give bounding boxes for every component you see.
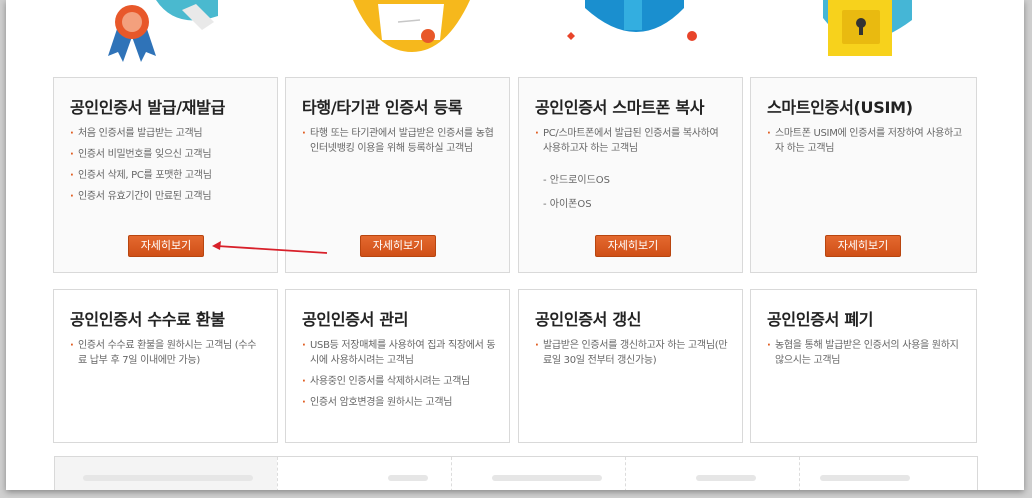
list-item: USB등 저장매체를 사용하여 집과 직장에서 동시에 사용하시려는 고객님 <box>302 338 497 368</box>
card-item-list: PC/스마트폰에서 발급된 인증서를 복사하여 사용하고자 하는 고객님 <box>535 126 730 162</box>
bottom-cell <box>55 457 277 490</box>
card-title: 스마트인증서(USIM) <box>767 98 913 117</box>
card-smart-usim: 스마트인증서(USIM) 스마트폰 USIM에 인증서를 저장하여 사용하고자 … <box>750 77 977 273</box>
bottom-cell <box>799 457 979 490</box>
card-item-list: USB등 저장매체를 사용하여 집과 직장에서 동시에 사용하시려는 고객님 사… <box>302 338 497 416</box>
blurred-text <box>388 475 428 481</box>
bottom-table-row <box>54 456 978 490</box>
certificate-icon <box>353 0 470 52</box>
card-item-list: 스마트폰 USIM에 인증서를 저장하여 사용하고자 하는 고객님 <box>767 126 964 162</box>
bottom-cell <box>451 457 625 490</box>
card-title: 공인인증서 발급/재발급 <box>70 98 226 117</box>
card-title: 타행/타기관 인증서 등록 <box>302 98 463 117</box>
card-item-list: 농협을 통해 발급받은 인증서의 사용을 원하지 않으시는 고객님 <box>767 338 964 374</box>
card-cert-manage[interactable]: 공인인증서 관리 USB등 저장매체를 사용하여 집과 직장에서 동시에 사용하… <box>285 289 510 443</box>
card-title: 공인인증서 갱신 <box>535 310 642 329</box>
award-ribbon-icon <box>108 0 218 62</box>
card-title: 공인인증서 폐기 <box>767 310 874 329</box>
page-frame: 공인인증서 발급/재발급 처음 인증서를 발급받는 고객님 인증서 비밀번호를 … <box>6 0 1024 490</box>
os-list: - 안드로이드OS - 아이폰OS <box>543 174 610 222</box>
list-item: 발급받은 인증서를 갱신하고자 하는 고객님(만료일 30일 전부터 갱신가능) <box>535 338 730 368</box>
card-title: 공인인증서 스마트폰 복사 <box>535 98 705 117</box>
usim-lock-icon <box>823 0 912 56</box>
card-item-list: 인증서 수수료 환불을 원하시는 고객님 (수수료 납부 후 7일 이내에만 가… <box>70 338 265 374</box>
list-item: 인증서 수수료 환불을 원하시는 고객님 (수수료 납부 후 7일 이내에만 가… <box>70 338 265 368</box>
list-item: 인증서 비밀번호를 잊으신 고객님 <box>70 147 265 162</box>
os-item-ios: - 아이폰OS <box>543 199 592 210</box>
smartphone-copy-icon <box>567 0 697 41</box>
blurred-text <box>696 475 756 481</box>
card-cert-revoke[interactable]: 공인인증서 폐기 농협을 통해 발급받은 인증서의 사용을 원하지 않으시는 고… <box>750 289 977 443</box>
detail-button-other-bank-register[interactable]: 자세히보기 <box>360 235 436 257</box>
list-item: 스마트폰 USIM에 인증서를 저장하여 사용하고자 하는 고객님 <box>767 126 964 156</box>
list-item: 인증서 유효기간이 만료된 고객님 <box>70 189 265 204</box>
card-fee-refund[interactable]: 공인인증서 수수료 환불 인증서 수수료 환불을 원하시는 고객님 (수수료 납… <box>53 289 278 443</box>
bottom-cell <box>277 457 451 490</box>
top-illustrations <box>108 0 912 62</box>
card-title: 공인인증서 관리 <box>302 310 409 329</box>
card-cert-renew[interactable]: 공인인증서 갱신 발급받은 인증서를 갱신하고자 하는 고객님(만료일 30일 … <box>518 289 743 443</box>
annotation-arrow-icon <box>212 241 328 254</box>
card-smartphone-copy: 공인인증서 스마트폰 복사 PC/스마트폰에서 발급된 인증서를 복사하여 사용… <box>518 77 743 273</box>
os-item-android: - 안드로이드OS <box>543 175 611 186</box>
list-item: 인증서 암호변경을 원하시는 고객님 <box>302 395 497 410</box>
card-title: 공인인증서 수수료 환불 <box>70 310 225 329</box>
blurred-text <box>492 475 602 481</box>
card-item-list: 처음 인증서를 발급받는 고객님 인증서 비밀번호를 잊으신 고객님 인증서 삭… <box>70 126 265 210</box>
detail-button-smartphone-copy[interactable]: 자세히보기 <box>595 235 671 257</box>
list-item: 타행 또는 타기관에서 발급받은 인증서를 농협 인터넷뱅킹 이용을 위해 등록… <box>302 126 497 156</box>
blurred-text <box>83 475 253 481</box>
detail-button-cert-issue[interactable]: 자세히보기 <box>128 235 204 257</box>
detail-button-smart-usim[interactable]: 자세히보기 <box>825 235 901 257</box>
bottom-cell <box>625 457 799 490</box>
list-item: 인증서 삭제, PC를 포맷한 고객님 <box>70 168 265 183</box>
list-item: 처음 인증서를 발급받는 고객님 <box>70 126 265 141</box>
list-item: 농협을 통해 발급받은 인증서의 사용을 원하지 않으시는 고객님 <box>767 338 964 368</box>
card-item-list: 발급받은 인증서를 갱신하고자 하는 고객님(만료일 30일 전부터 갱신가능) <box>535 338 730 374</box>
card-item-list: 타행 또는 타기관에서 발급받은 인증서를 농협 인터넷뱅킹 이용을 위해 등록… <box>302 126 497 162</box>
list-item: PC/스마트폰에서 발급된 인증서를 복사하여 사용하고자 하는 고객님 <box>535 126 730 156</box>
list-item: 사용중인 인증서를 삭제하시려는 고객님 <box>302 374 497 389</box>
blurred-text <box>820 475 910 481</box>
